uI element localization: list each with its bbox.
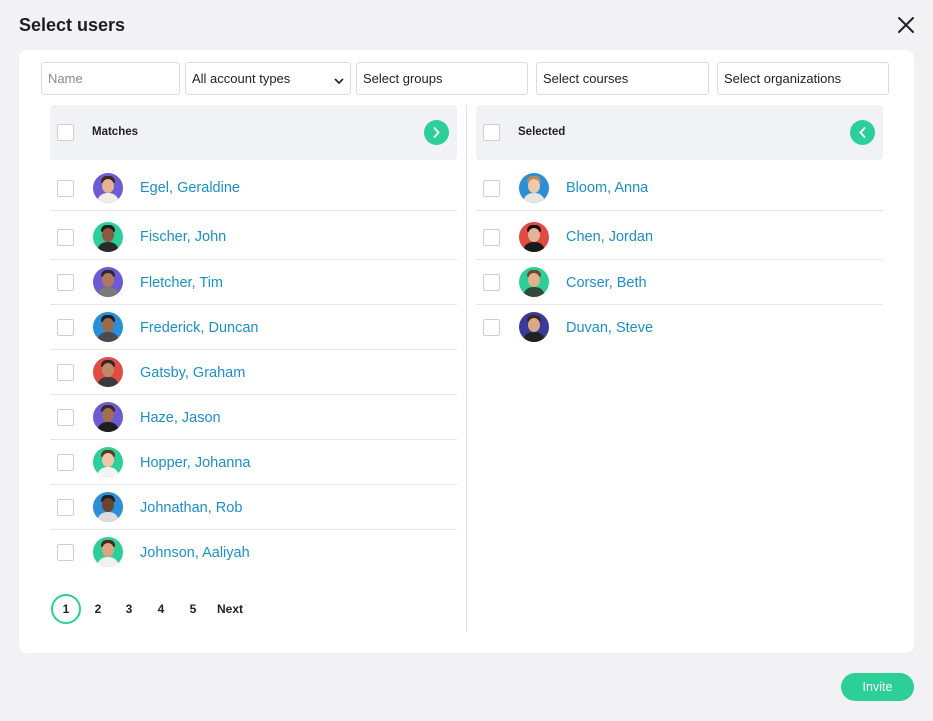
select-all-selected-checkbox[interactable] <box>483 124 500 141</box>
selected-row[interactable]: Bloom, Anna <box>476 160 883 211</box>
user-name-link[interactable]: Chen, Jordan <box>566 229 653 245</box>
avatar <box>93 447 123 477</box>
matches-header: Matches <box>50 105 457 160</box>
user-selection-card: Name All account types Select groups Sel… <box>19 50 914 653</box>
user-name-link[interactable]: Gatsby, Graham <box>140 365 245 381</box>
row-checkbox[interactable] <box>57 364 74 381</box>
row-checkbox[interactable] <box>57 229 74 246</box>
row-checkbox[interactable] <box>57 319 74 336</box>
selected-header-label: Selected <box>518 126 566 138</box>
row-checkbox[interactable] <box>57 274 74 291</box>
selected-panel: Selected Bloom, Anna Chen, Jordan Corser… <box>476 105 883 350</box>
avatar <box>93 402 123 432</box>
row-checkbox[interactable] <box>483 229 500 246</box>
user-name-link[interactable]: Fischer, John <box>140 229 226 245</box>
match-row[interactable]: Frederick, Duncan <box>50 305 457 350</box>
user-name-link[interactable]: Haze, Jason <box>140 410 221 426</box>
user-name-link[interactable]: Frederick, Duncan <box>140 320 258 336</box>
match-row[interactable]: Johnson, Aaliyah <box>50 530 457 575</box>
match-row[interactable]: Egel, Geraldine <box>50 160 457 211</box>
match-row[interactable]: Johnathan, Rob <box>50 485 457 530</box>
organizations-select[interactable]: Select organizations <box>717 62 889 95</box>
account-type-value: All account types <box>192 71 291 86</box>
row-checkbox[interactable] <box>483 319 500 336</box>
avatar <box>93 312 123 342</box>
selected-row[interactable]: Chen, Jordan <box>476 211 883 260</box>
name-input-placeholder: Name <box>48 71 83 86</box>
user-name-link[interactable]: Fletcher, Tim <box>140 275 223 291</box>
row-checkbox[interactable] <box>483 274 500 291</box>
organizations-select-label: Select organizations <box>724 71 842 86</box>
avatar <box>519 222 549 252</box>
avatar <box>519 267 549 297</box>
chevron-down-icon <box>334 74 344 89</box>
page-2-button[interactable]: 2 <box>91 594 105 624</box>
avatar <box>93 357 123 387</box>
courses-select-label: Select courses <box>543 71 629 86</box>
avatar <box>93 492 123 522</box>
page-3-button[interactable]: 3 <box>122 594 136 624</box>
avatar <box>519 173 549 203</box>
move-to-matches-button[interactable] <box>850 120 875 145</box>
selected-row[interactable]: Corser, Beth <box>476 260 883 305</box>
avatar <box>93 173 123 203</box>
name-input[interactable]: Name <box>41 62 180 95</box>
matches-panel: Matches Egel, Geraldine Fischer, John Fl… <box>50 105 457 575</box>
match-row[interactable]: Hopper, Johanna <box>50 440 457 485</box>
invite-button[interactable]: Invite <box>841 673 914 701</box>
page-1-button[interactable]: 1 <box>51 594 81 624</box>
page-5-button[interactable]: 5 <box>186 594 200 624</box>
match-row[interactable]: Haze, Jason <box>50 395 457 440</box>
move-to-selected-button[interactable] <box>424 120 449 145</box>
groups-select[interactable]: Select groups <box>356 62 528 95</box>
selected-row[interactable]: Duvan, Steve <box>476 305 883 350</box>
match-row[interactable]: Gatsby, Graham <box>50 350 457 395</box>
dialog-title: Select users <box>19 15 126 35</box>
next-page-button[interactable]: Next <box>214 594 246 624</box>
match-row[interactable]: Fletcher, Tim <box>50 260 457 305</box>
page-4-button[interactable]: 4 <box>154 594 168 624</box>
row-checkbox[interactable] <box>57 409 74 426</box>
user-name-link[interactable]: Duvan, Steve <box>566 320 653 336</box>
row-checkbox[interactable] <box>57 454 74 471</box>
close-icon[interactable] <box>895 14 917 36</box>
courses-select[interactable]: Select courses <box>536 62 709 95</box>
user-name-link[interactable]: Egel, Geraldine <box>140 180 240 196</box>
groups-select-label: Select groups <box>363 71 443 86</box>
row-checkbox[interactable] <box>57 544 74 561</box>
account-type-select[interactable]: All account types <box>185 62 351 95</box>
user-name-link[interactable]: Johnathan, Rob <box>140 500 242 516</box>
user-name-link[interactable]: Hopper, Johanna <box>140 455 250 471</box>
selected-header: Selected <box>476 105 883 160</box>
chevron-left-icon <box>859 127 866 138</box>
chevron-right-icon <box>433 127 440 138</box>
avatar <box>519 312 549 342</box>
matches-header-label: Matches <box>92 126 139 138</box>
user-name-link[interactable]: Bloom, Anna <box>566 180 648 196</box>
match-row[interactable]: Fischer, John <box>50 211 457 260</box>
row-checkbox[interactable] <box>57 180 74 197</box>
user-name-link[interactable]: Johnson, Aaliyah <box>140 545 250 561</box>
avatar <box>93 222 123 252</box>
panel-divider <box>466 105 467 632</box>
select-all-matches-checkbox[interactable] <box>57 124 74 141</box>
avatar <box>93 267 123 297</box>
user-name-link[interactable]: Corser, Beth <box>566 275 647 291</box>
row-checkbox[interactable] <box>57 499 74 516</box>
avatar <box>93 537 123 567</box>
row-checkbox[interactable] <box>483 180 500 197</box>
